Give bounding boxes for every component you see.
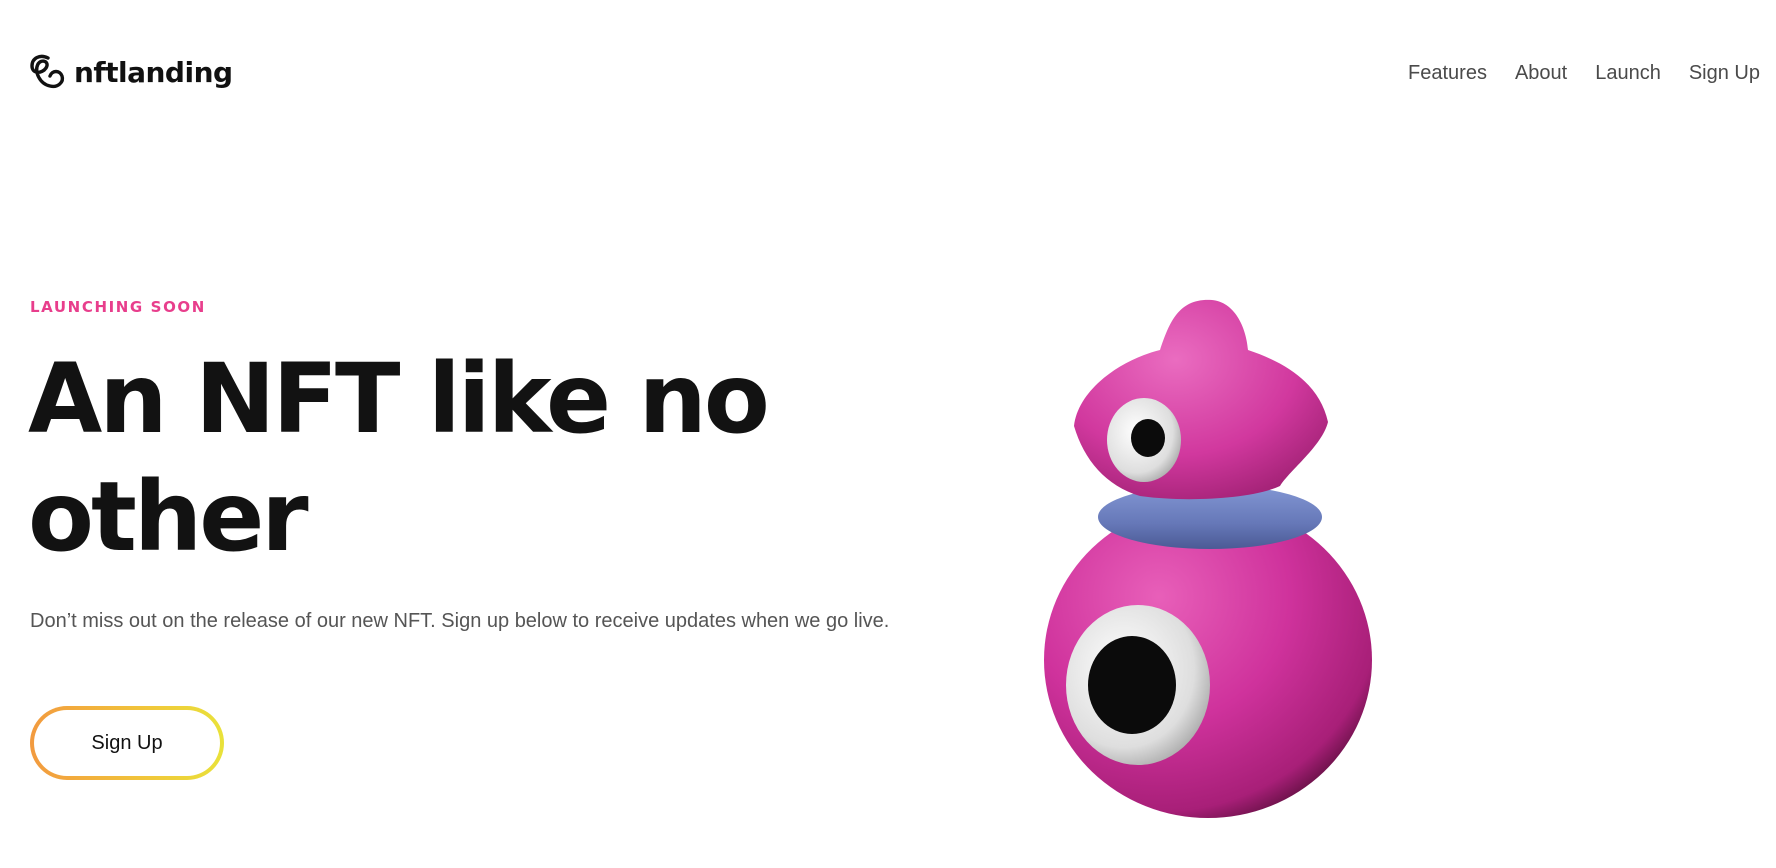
nav-link-about[interactable]: About [1515,62,1567,85]
logo-text: nftlanding [74,55,233,89]
nav-link-launch[interactable]: Launch [1595,62,1661,85]
large-pupil [1088,636,1176,734]
character-head [1074,299,1328,500]
hero-headline: An NFT like no other [28,343,770,573]
nft-character-illustration [1044,299,1372,818]
nav-link-sign-up[interactable]: Sign Up [1689,62,1760,85]
hero-description: Don’t miss out on the release of our new… [30,610,890,632]
landing-page: nftlanding Features About Launch Sign Up… [0,0,1776,868]
sign-up-button[interactable]: Sign Up [30,706,224,780]
eyebrow-label: LAUNCHING SOON [30,298,206,316]
small-pupil [1131,419,1165,457]
nav-link-features[interactable]: Features [1408,62,1487,85]
swirl-logo-icon [30,54,65,89]
main-nav: Features About Launch Sign Up [1408,62,1760,85]
logo-link[interactable]: nftlanding [28,52,233,92]
site-header: nftlanding Features About Launch Sign Up [0,0,1776,152]
